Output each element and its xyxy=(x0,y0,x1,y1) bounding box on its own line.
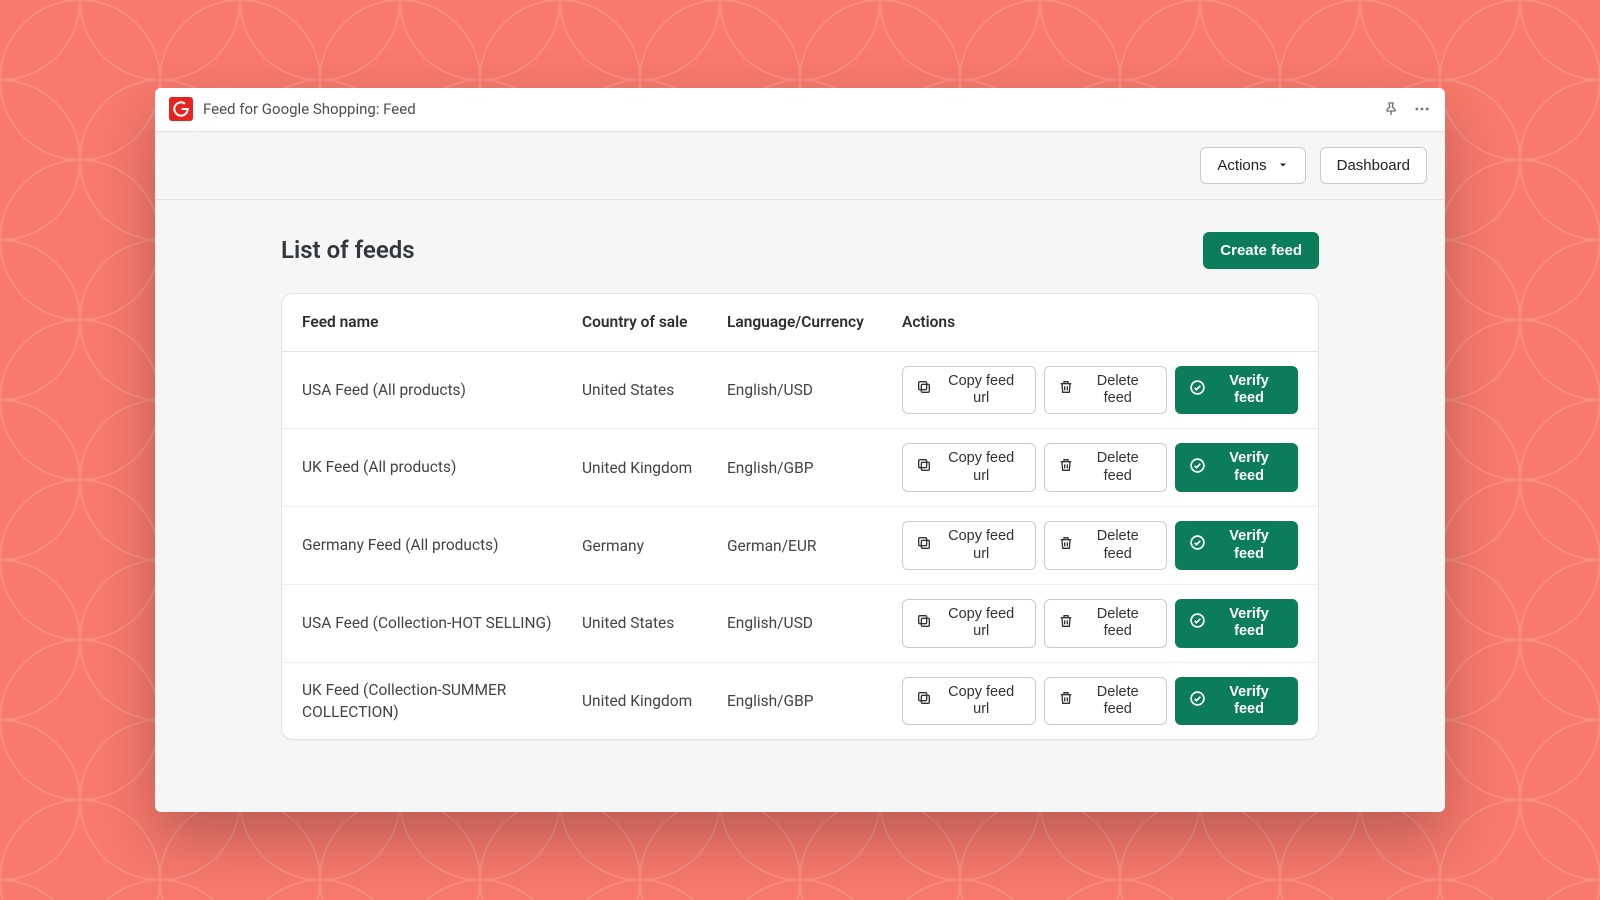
chevron-down-icon xyxy=(1277,159,1289,171)
col-country: Country of sale xyxy=(582,313,727,331)
create-feed-label: Create feed xyxy=(1220,242,1302,259)
verify-feed-button[interactable]: Verify feed xyxy=(1175,599,1298,648)
table-row: UK Feed (All products)United KingdomEngl… xyxy=(282,429,1318,507)
page-title: List of feeds xyxy=(281,236,415,264)
copy-icon xyxy=(916,457,932,478)
actions-dropdown[interactable]: Actions xyxy=(1200,147,1305,184)
col-actions: Actions xyxy=(902,313,1298,331)
table-row: UK Feed (Collection-SUMMER COLLECTION)Un… xyxy=(282,663,1318,740)
dashboard-button[interactable]: Dashboard xyxy=(1320,147,1427,184)
cell-language: German/EUR xyxy=(727,537,902,555)
cell-language: English/USD xyxy=(727,381,902,399)
check-circle-icon xyxy=(1189,612,1206,634)
table-header: Feed name Country of sale Language/Curre… xyxy=(282,294,1318,352)
feeds-table: Feed name Country of sale Language/Curre… xyxy=(281,293,1319,741)
copy-label: Copy feed url xyxy=(940,684,1022,719)
cell-feed-name: USA Feed (Collection-HOT SELLING) xyxy=(302,612,582,634)
delete-feed-button[interactable]: Delete feed xyxy=(1044,521,1167,570)
cell-country: United States xyxy=(582,614,727,632)
verify-label: Verify feed xyxy=(1214,528,1284,563)
app-card: Feed for Google Shopping: Feed Actions D… xyxy=(155,88,1445,813)
cell-country: United States xyxy=(582,381,727,399)
actions-button-label: Actions xyxy=(1217,157,1266,174)
more-icon[interactable] xyxy=(1413,100,1431,118)
cell-country: Germany xyxy=(582,537,727,555)
verify-label: Verify feed xyxy=(1214,606,1284,641)
cell-actions: Copy feed url Delete feed Verify feed xyxy=(902,521,1298,570)
trash-icon xyxy=(1058,379,1074,400)
copy-icon xyxy=(916,379,932,400)
delete-feed-button[interactable]: Delete feed xyxy=(1044,443,1167,492)
copy-feed-url-button[interactable]: Copy feed url xyxy=(902,677,1036,726)
dashboard-button-label: Dashboard xyxy=(1337,157,1410,174)
copy-icon xyxy=(916,690,932,711)
copy-icon xyxy=(916,535,932,556)
col-language: Language/Currency xyxy=(727,313,902,331)
copy-label: Copy feed url xyxy=(940,450,1022,485)
verify-feed-button[interactable]: Verify feed xyxy=(1175,366,1298,415)
cell-feed-name: USA Feed (All products) xyxy=(302,379,582,401)
app-logo xyxy=(169,97,193,121)
check-circle-icon xyxy=(1189,457,1206,479)
app-title: Feed for Google Shopping: Feed xyxy=(203,100,416,118)
cell-feed-name: UK Feed (Collection-SUMMER COLLECTION) xyxy=(302,679,582,724)
copy-label: Copy feed url xyxy=(940,373,1022,408)
delete-feed-button[interactable]: Delete feed xyxy=(1044,599,1167,648)
delete-label: Delete feed xyxy=(1082,606,1153,641)
verify-label: Verify feed xyxy=(1214,684,1284,719)
delete-label: Delete feed xyxy=(1082,684,1153,719)
subbar: Actions Dashboard xyxy=(155,132,1445,200)
copy-icon xyxy=(916,613,932,634)
cell-language: English/GBP xyxy=(727,692,902,710)
col-feed-name: Feed name xyxy=(302,313,582,331)
cell-language: English/USD xyxy=(727,614,902,632)
verify-label: Verify feed xyxy=(1214,450,1284,485)
delete-label: Delete feed xyxy=(1082,528,1153,563)
delete-feed-button[interactable]: Delete feed xyxy=(1044,677,1167,726)
verify-label: Verify feed xyxy=(1214,373,1284,408)
trash-icon xyxy=(1058,690,1074,711)
check-circle-icon xyxy=(1189,534,1206,556)
table-row: Germany Feed (All products)GermanyGerman… xyxy=(282,507,1318,585)
check-circle-icon xyxy=(1189,379,1206,401)
pin-icon[interactable] xyxy=(1383,101,1399,117)
cell-actions: Copy feed url Delete feed Verify feed xyxy=(902,599,1298,648)
delete-label: Delete feed xyxy=(1082,373,1153,408)
trash-icon xyxy=(1058,457,1074,478)
cell-country: United Kingdom xyxy=(582,459,727,477)
cell-feed-name: UK Feed (All products) xyxy=(302,456,582,478)
copy-label: Copy feed url xyxy=(940,606,1022,641)
check-circle-icon xyxy=(1189,690,1206,712)
create-feed-button[interactable]: Create feed xyxy=(1203,232,1319,269)
cell-language: English/GBP xyxy=(727,459,902,477)
trash-icon xyxy=(1058,613,1074,634)
trash-icon xyxy=(1058,535,1074,556)
cell-actions: Copy feed url Delete feed Verify feed xyxy=(902,677,1298,726)
copy-feed-url-button[interactable]: Copy feed url xyxy=(902,521,1036,570)
table-row: USA Feed (All products)United StatesEngl… xyxy=(282,352,1318,430)
delete-label: Delete feed xyxy=(1082,450,1153,485)
table-row: USA Feed (Collection-HOT SELLING)United … xyxy=(282,585,1318,663)
verify-feed-button[interactable]: Verify feed xyxy=(1175,443,1298,492)
cell-actions: Copy feed url Delete feed Verify feed xyxy=(902,366,1298,415)
copy-label: Copy feed url xyxy=(940,528,1022,563)
copy-feed-url-button[interactable]: Copy feed url xyxy=(902,366,1036,415)
verify-feed-button[interactable]: Verify feed xyxy=(1175,521,1298,570)
cell-country: United Kingdom xyxy=(582,692,727,710)
delete-feed-button[interactable]: Delete feed xyxy=(1044,366,1167,415)
cell-feed-name: Germany Feed (All products) xyxy=(302,534,582,556)
copy-feed-url-button[interactable]: Copy feed url xyxy=(902,599,1036,648)
cell-actions: Copy feed url Delete feed Verify feed xyxy=(902,443,1298,492)
titlebar: Feed for Google Shopping: Feed xyxy=(155,88,1445,132)
copy-feed-url-button[interactable]: Copy feed url xyxy=(902,443,1036,492)
verify-feed-button[interactable]: Verify feed xyxy=(1175,677,1298,726)
